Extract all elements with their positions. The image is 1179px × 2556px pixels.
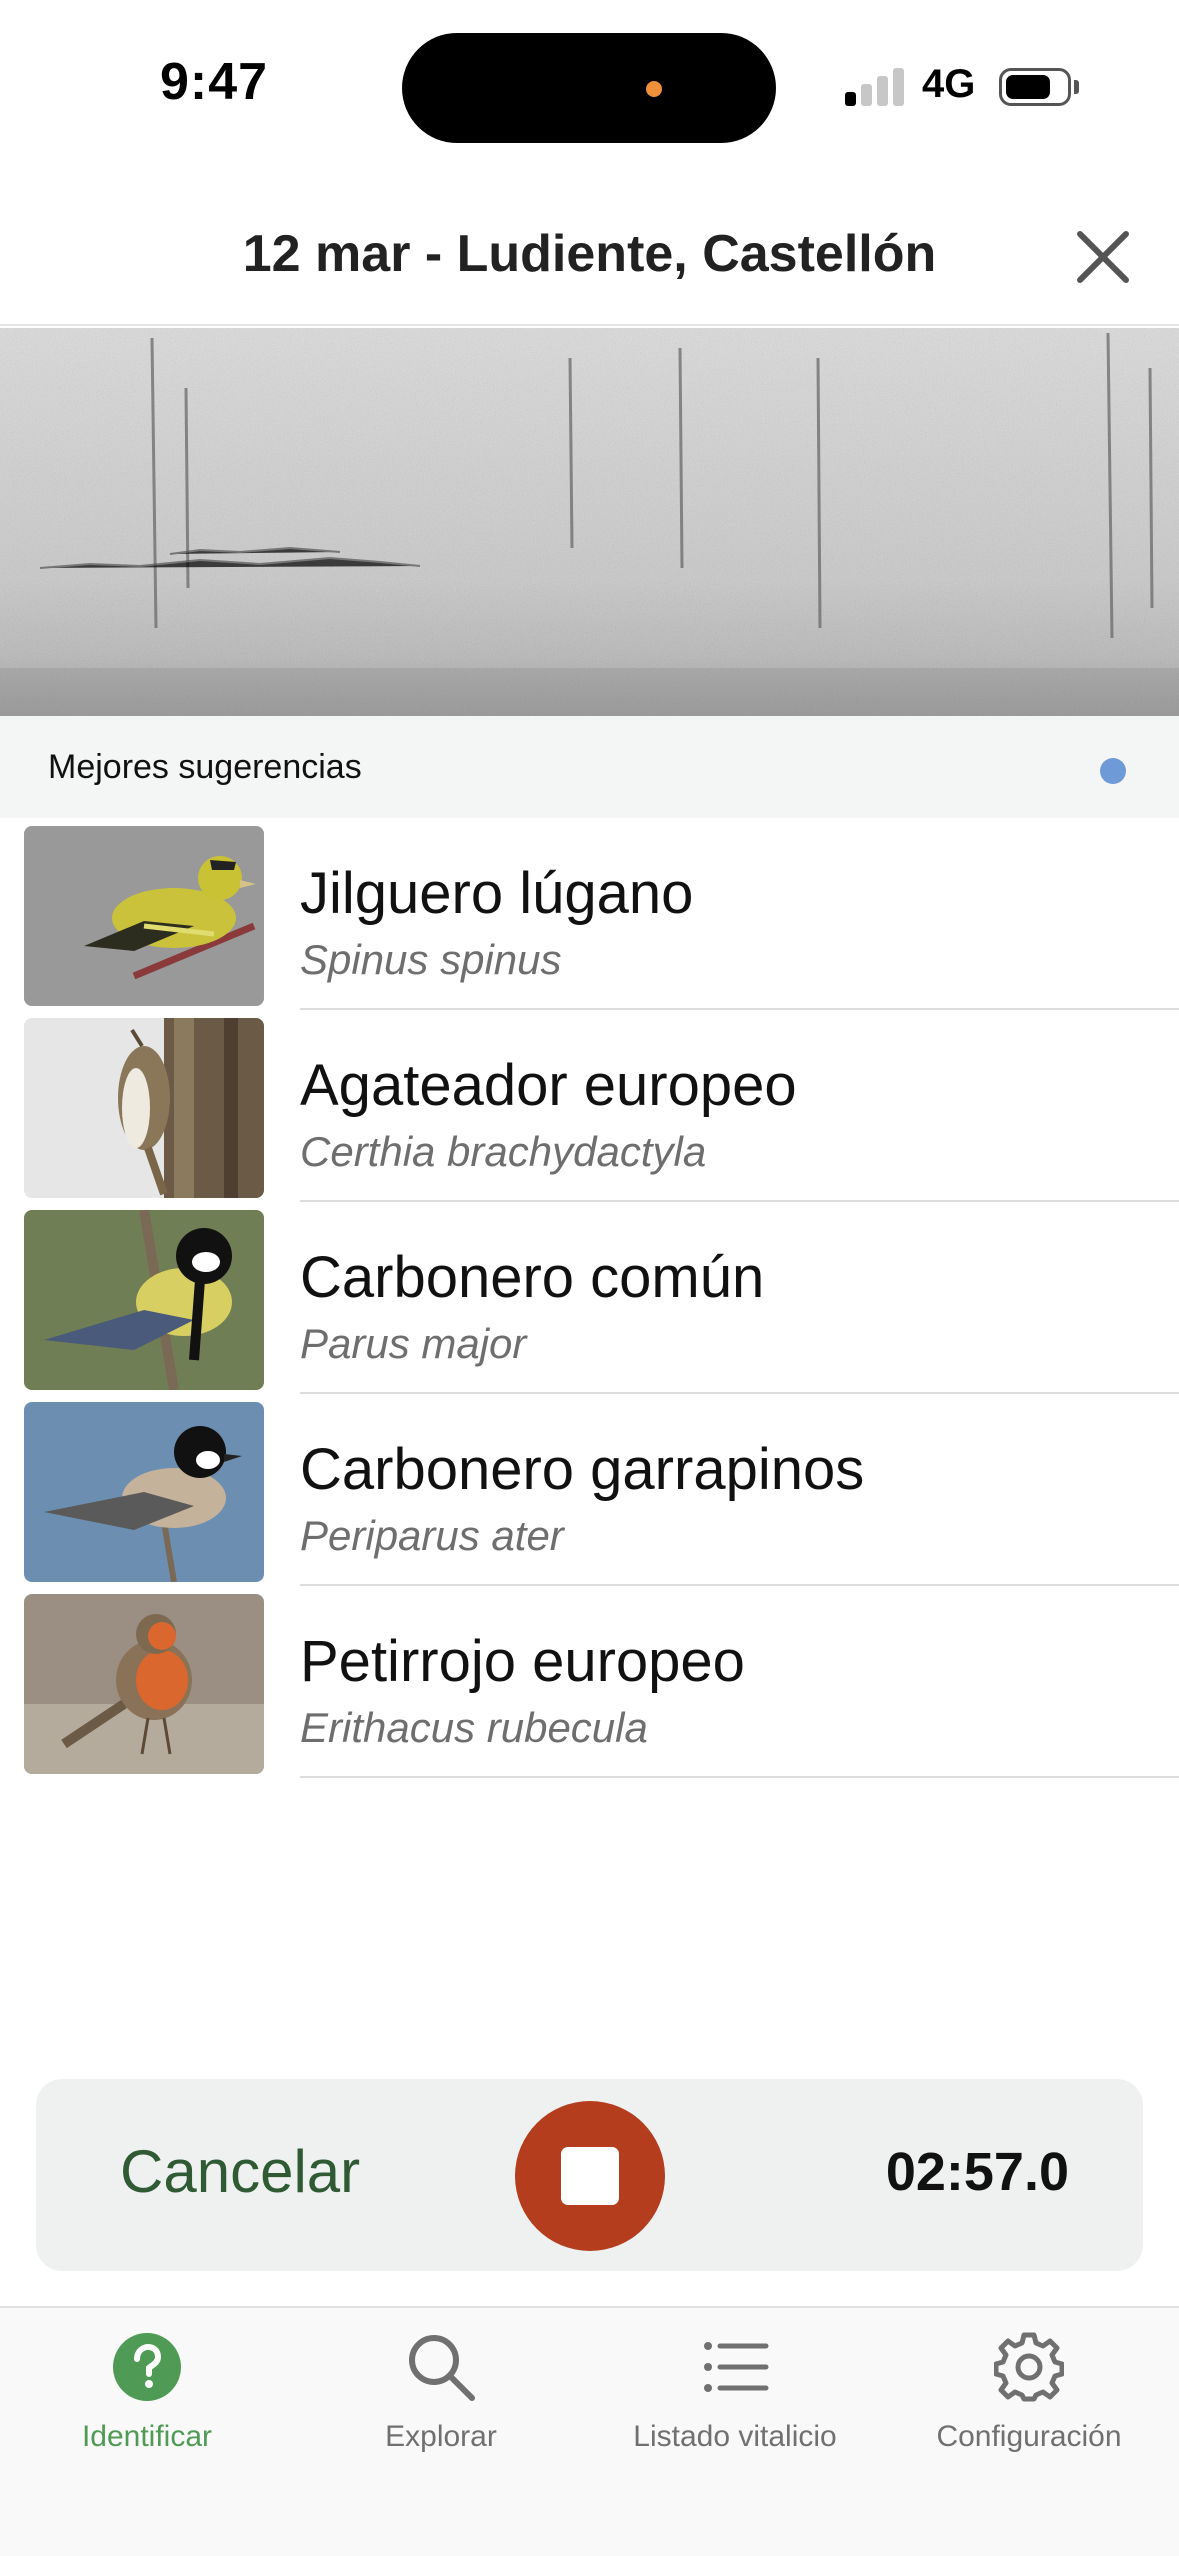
tab-label: Explorar — [385, 2420, 497, 2453]
species-suggestion-list: Jilguero lúgano Spinus spinus Agateador … — [0, 818, 1179, 1778]
species-scientific-name: Parus major — [300, 1320, 527, 1367]
status-time: 9:47 — [160, 53, 269, 111]
list-item[interactable]: Carbonero común Parus major — [0, 1202, 1179, 1394]
list-icon — [704, 2342, 769, 2392]
species-common-name: Carbonero común — [300, 1245, 765, 1310]
recording-header: 12 mar - Ludiente, Castellón — [0, 200, 1179, 326]
stop-recording-button[interactable] — [515, 2101, 665, 2251]
species-scientific-name: Erithacus rubecula — [300, 1704, 648, 1751]
species-common-name: Jilguero lúgano — [300, 861, 694, 926]
tab-identificar[interactable]: Identificar — [0, 2308, 294, 2498]
spectrogram[interactable] — [0, 328, 1179, 716]
bird-photo — [24, 826, 264, 1006]
page-title: 12 mar - Ludiente, Castellón — [242, 225, 937, 283]
list-item[interactable]: Carbonero garrapinos Periparus ater — [0, 1394, 1179, 1586]
bird-photo — [24, 1402, 264, 1582]
close-button[interactable] — [1068, 222, 1138, 292]
list-item[interactable]: Agateador europeo Certhia brachydactyla — [0, 1010, 1179, 1202]
stop-icon — [561, 2147, 619, 2205]
recording-timer: 02:57.0 — [885, 2142, 1069, 2202]
tab-configuracion[interactable]: Configuración — [882, 2308, 1176, 2498]
suggestions-header: Mejores sugerencias — [0, 716, 1179, 818]
species-common-name: Carbonero garrapinos — [300, 1437, 865, 1502]
tab-listado-vitalicio[interactable]: Listado vitalicio — [588, 2308, 882, 2498]
question-icon — [113, 2333, 181, 2401]
list-item[interactable]: Petirrojo europeo Erithacus rubecula — [0, 1586, 1179, 1778]
species-scientific-name: Periparus ater — [300, 1512, 564, 1559]
listening-indicator-dot — [1100, 758, 1126, 784]
privacy-indicator-dot — [646, 81, 662, 97]
tab-label: Listado vitalicio — [633, 2420, 837, 2453]
battery-icon — [999, 68, 1071, 106]
cancel-button[interactable]: Cancelar — [120, 2137, 360, 2206]
species-common-name: Agateador europeo — [300, 1053, 797, 1118]
tab-label: Identificar — [81, 2420, 213, 2453]
bird-photo — [24, 1018, 264, 1198]
species-common-name: Petirrojo europeo — [300, 1629, 745, 1694]
status-bar: 9:47 4G — [0, 0, 1179, 175]
species-scientific-name: Spinus spinus — [300, 936, 562, 983]
search-icon — [409, 2335, 475, 2401]
spectrogram-image — [0, 328, 1179, 716]
close-icon — [1077, 231, 1129, 283]
list-item[interactable]: Jilguero lúgano Spinus spinus — [0, 818, 1179, 1010]
bird-photo — [24, 1210, 264, 1390]
species-scientific-name: Certhia brachydactyla — [300, 1128, 707, 1175]
tab-explorar[interactable]: Explorar — [294, 2308, 588, 2498]
battery-tip — [1074, 80, 1079, 94]
network-type: 4G — [922, 62, 976, 106]
row-divider — [300, 1776, 1179, 1778]
gear-icon — [994, 2332, 1064, 2402]
tab-label: Configuración — [936, 2420, 1122, 2453]
cellular-signal-icon — [845, 66, 905, 106]
suggestions-title: Mejores sugerencias — [48, 748, 362, 786]
recording-controls: Cancelar 02:57.0 — [36, 2079, 1143, 2271]
dynamic-island — [402, 33, 776, 143]
tab-bar: Identificar Explorar Listado vitalicio C… — [0, 2306, 1179, 2556]
bird-photo — [24, 1594, 264, 1774]
